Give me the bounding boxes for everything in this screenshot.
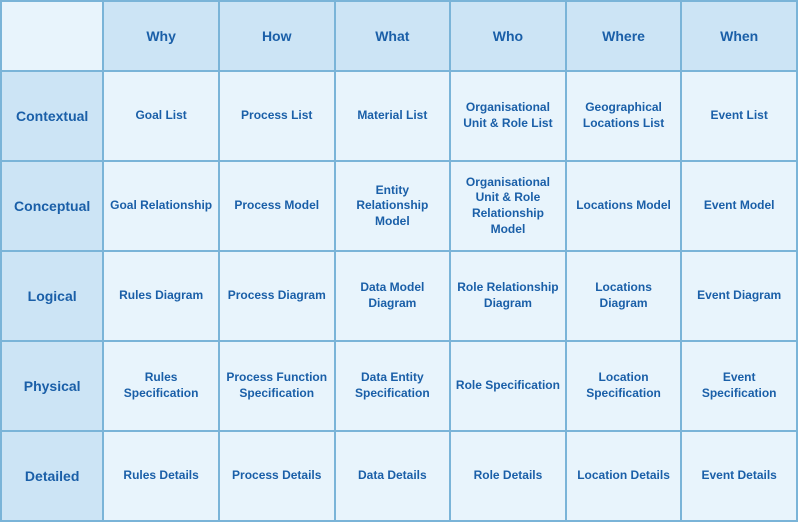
- data-cell: Event Diagram: [681, 251, 797, 341]
- row-label-logical: Logical: [1, 251, 103, 341]
- header-why: Why: [103, 1, 219, 71]
- data-cell: Entity Relationship Model: [335, 161, 451, 251]
- data-cell: Organisational Unit & Role Relationship …: [450, 161, 566, 251]
- data-cell: Rules Diagram: [103, 251, 219, 341]
- data-cell: Rules Details: [103, 431, 219, 521]
- row-label-contextual: Contextual: [1, 71, 103, 161]
- data-cell: Event Specification: [681, 341, 797, 431]
- data-cell: Role Specification: [450, 341, 566, 431]
- table-row: ConceptualGoal RelationshipProcess Model…: [1, 161, 797, 251]
- data-cell: Goal List: [103, 71, 219, 161]
- data-cell: Rules Specification: [103, 341, 219, 431]
- table-row: ContextualGoal ListProcess ListMaterial …: [1, 71, 797, 161]
- data-cell: Role Relationship Diagram: [450, 251, 566, 341]
- header-what: What: [335, 1, 451, 71]
- data-cell: Data Model Diagram: [335, 251, 451, 341]
- data-cell: Geographical Locations List: [566, 71, 682, 161]
- header-how: How: [219, 1, 335, 71]
- data-cell: Role Details: [450, 431, 566, 521]
- data-cell: Organisational Unit & Role List: [450, 71, 566, 161]
- data-cell: Process List: [219, 71, 335, 161]
- data-cell: Event Model: [681, 161, 797, 251]
- data-cell: Event List: [681, 71, 797, 161]
- data-cell: Data Entity Specification: [335, 341, 451, 431]
- data-cell: Material List: [335, 71, 451, 161]
- header-where: Where: [566, 1, 682, 71]
- header-who: Who: [450, 1, 566, 71]
- data-cell: Locations Model: [566, 161, 682, 251]
- table-row: DetailedRules DetailsProcess DetailsData…: [1, 431, 797, 521]
- data-cell: Data Details: [335, 431, 451, 521]
- data-cell: Process Function Specification: [219, 341, 335, 431]
- table-row: PhysicalRules SpecificationProcess Funct…: [1, 341, 797, 431]
- row-label-conceptual: Conceptual: [1, 161, 103, 251]
- table-row: LogicalRules DiagramProcess DiagramData …: [1, 251, 797, 341]
- data-cell: Event Details: [681, 431, 797, 521]
- data-cell: Process Details: [219, 431, 335, 521]
- data-cell: Location Details: [566, 431, 682, 521]
- corner-cell: [1, 1, 103, 71]
- data-cell: Location Specification: [566, 341, 682, 431]
- data-cell: Process Model: [219, 161, 335, 251]
- zachman-framework-table: WhyHowWhatWhoWhereWhen ContextualGoal Li…: [0, 0, 798, 522]
- header-when: When: [681, 1, 797, 71]
- row-label-physical: Physical: [1, 341, 103, 431]
- data-cell: Goal Relationship: [103, 161, 219, 251]
- data-cell: Process Diagram: [219, 251, 335, 341]
- row-label-detailed: Detailed: [1, 431, 103, 521]
- data-cell: Locations Diagram: [566, 251, 682, 341]
